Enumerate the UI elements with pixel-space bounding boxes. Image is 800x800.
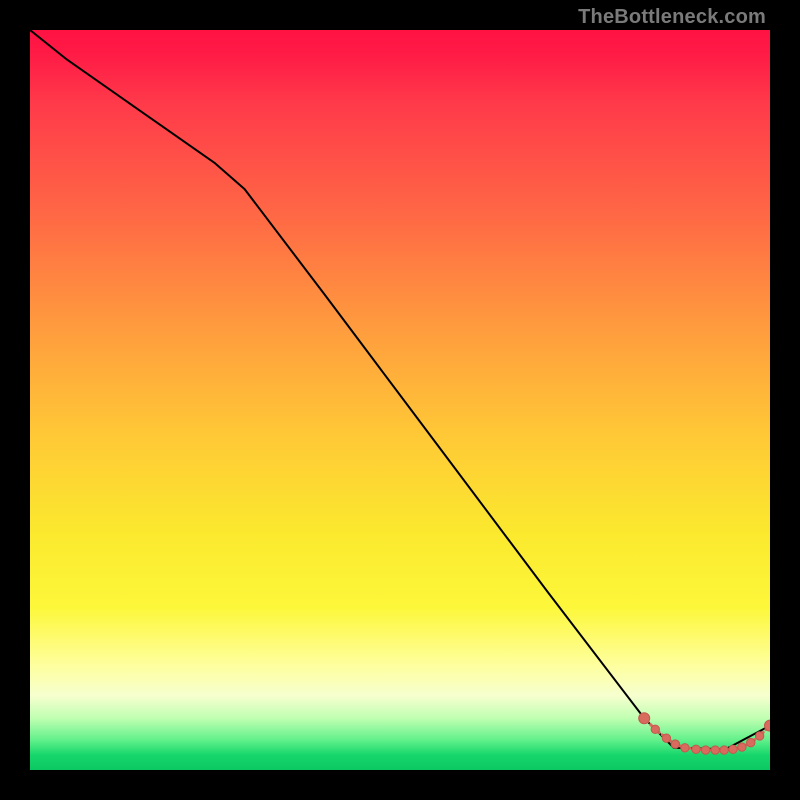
marker-dot xyxy=(639,713,650,724)
marker-dot xyxy=(729,745,737,753)
marker-dot xyxy=(651,725,659,733)
chart-svg-overlay xyxy=(30,30,770,770)
marker-dot xyxy=(711,746,719,754)
marker-dot xyxy=(701,746,709,754)
chart-plot-area xyxy=(30,30,770,770)
marker-dot xyxy=(738,743,746,751)
marker-dot xyxy=(681,744,689,752)
curve-path xyxy=(30,30,770,749)
marker-dot xyxy=(755,732,763,740)
marker-dot xyxy=(692,745,700,753)
marker-dot xyxy=(662,734,670,742)
chart-curve xyxy=(30,30,770,749)
marker-dot xyxy=(671,740,679,748)
marker-dot xyxy=(747,738,755,746)
marker-dot xyxy=(720,746,728,754)
watermark-label: TheBottleneck.com xyxy=(578,6,766,29)
